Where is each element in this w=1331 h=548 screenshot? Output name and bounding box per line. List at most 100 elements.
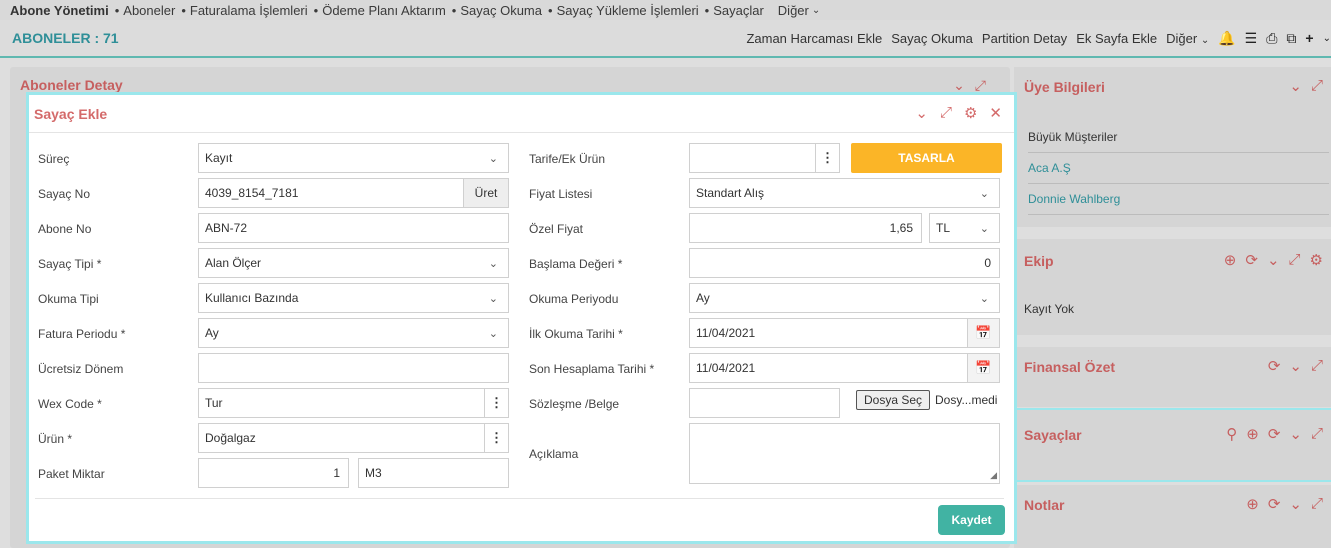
nav-brand[interactable]: Abone Yönetimi <box>10 3 109 18</box>
fiyat-listesi-label: Fiyat Listesi <box>529 187 593 201</box>
fatura-periodu-select[interactable]: Ay ⌄ <box>198 318 509 348</box>
chevron-down-icon[interactable]: ⌄ <box>915 104 928 122</box>
chevron-down-icon[interactable]: ⌄ <box>1323 33 1331 44</box>
refresh-icon[interactable]: ⟳ <box>1268 357 1281 375</box>
plus-icon[interactable]: + <box>1305 30 1313 46</box>
nav-item-sayaclar[interactable]: Sayaçlar <box>713 3 764 18</box>
close-icon[interactable]: ✕ <box>989 104 1002 122</box>
nav-item-faturalama[interactable]: Faturalama İşlemleri <box>190 3 308 18</box>
plus-circle-icon[interactable]: ⊕ <box>1224 251 1237 269</box>
abone-no-input[interactable]: ABN-72 <box>198 213 509 243</box>
page-header: ABONELER : 71 Zaman Harcaması Ekle Sayaç… <box>0 20 1331 58</box>
sayac-tipi-select[interactable]: Alan Ölçer ⌄ <box>198 248 509 278</box>
action-ek-sayfa[interactable]: Ek Sayfa Ekle <box>1076 31 1157 46</box>
plus-circle-icon[interactable]: ⊕ <box>1246 425 1259 443</box>
expand-icon[interactable]: ⤢ <box>1311 357 1323 375</box>
nav-item-sayac-okuma[interactable]: Sayaç Okuma <box>460 3 542 18</box>
card-title: Ekip <box>1024 253 1054 269</box>
expand-icon[interactable]: ⤢ <box>1311 495 1323 513</box>
kebab-icon[interactable]: ⋮ <box>484 424 508 452</box>
nav-more[interactable]: Diğer <box>778 3 809 18</box>
header-actions: Zaman Harcaması Ekle Sayaç Okuma Partiti… <box>746 30 1331 47</box>
action-sayac-okuma[interactable]: Sayaç Okuma <box>891 31 973 46</box>
uret-button[interactable]: Üret <box>463 179 508 207</box>
ilk-okuma-label: İlk Okuma Tarihi * <box>529 327 623 341</box>
baslama-degeri-label: Başlama Değeri * <box>529 257 623 271</box>
chevron-down-icon[interactable]: ⌄ <box>1289 357 1302 375</box>
nav-item-sayac-yukleme[interactable]: Sayaç Yükleme İşlemleri <box>557 3 699 18</box>
action-zaman-harcamasi[interactable]: Zaman Harcaması Ekle <box>746 31 882 46</box>
list-icon[interactable]: ☰ <box>1245 30 1258 47</box>
okuma-tipi-select[interactable]: Kullanıcı Bazında ⌄ <box>198 283 509 313</box>
chevron-down-icon: ⌄ <box>811 4 821 16</box>
refresh-icon[interactable]: ⟳ <box>1268 425 1281 443</box>
plus-circle-icon[interactable]: ⊕ <box>1246 495 1259 513</box>
sozlesme-input[interactable] <box>689 388 840 418</box>
bell-icon[interactable]: 🔔 <box>1218 30 1235 47</box>
top-nav: Abone Yönetimi • Aboneler • Faturalama İşl… <box>0 0 1331 20</box>
baslama-degeri-input[interactable]: 0 <box>689 248 1000 278</box>
sayac-tipi-label: Sayaç Tipi * <box>38 257 102 271</box>
tasarla-button[interactable]: TASARLA <box>851 143 1002 173</box>
kebab-icon[interactable]: ⋮ <box>815 144 839 172</box>
son-hesaplama-label: Son Hesaplama Tarihi * <box>529 362 655 376</box>
nav-item-odeme-plani[interactable]: Ödeme Planı Aktarım <box>322 3 446 18</box>
sayac-ekle-modal: Sayaç Ekle ⌄ ⤢ ⚙ ✕ Süreç Kayıt ⌄ Sayaç No… <box>26 92 1017 544</box>
dosya-sec-button[interactable]: Dosya Seç <box>856 390 930 410</box>
sayac-no-input[interactable]: 4039_8154_7181 Üret <box>198 178 509 208</box>
print-icon[interactable]: ⎙ <box>1266 30 1277 47</box>
okuma-periyodu-label: Okuma Periyodu <box>529 292 619 306</box>
chevron-down-icon: ⌄ <box>979 293 989 305</box>
gear-icon[interactable]: ⚙ <box>964 104 977 122</box>
list-item[interactable]: Donnie Wahlberg <box>1028 192 1120 206</box>
chevron-down-icon[interactable]: ⌄ <box>1289 77 1302 95</box>
urun-label: Ürün * <box>38 432 73 446</box>
paket-unit-input[interactable]: M3 <box>358 458 509 488</box>
expand-icon[interactable]: ⤢ <box>1311 425 1323 443</box>
ucretsiz-donem-input[interactable] <box>198 353 509 383</box>
chevron-down-icon: ⌄ <box>979 188 989 200</box>
copy-icon[interactable]: ⧉ <box>1286 30 1296 47</box>
surec-select[interactable]: Kayıt ⌄ <box>198 143 509 173</box>
refresh-icon[interactable]: ⟳ <box>1268 495 1281 513</box>
nav-item-aboneler[interactable]: Aboneler <box>123 3 175 18</box>
expand-icon[interactable]: ⤢ <box>975 77 996 93</box>
action-partition-detay[interactable]: Partition Detay <box>982 31 1067 46</box>
ozel-fiyat-input[interactable]: 1,65 <box>689 213 922 243</box>
action-more[interactable]: Diğer ⌄ <box>1166 31 1209 46</box>
chevron-down-icon[interactable]: ⌄ <box>1267 251 1280 269</box>
chevron-down-icon[interactable]: ⌄ <box>1289 425 1302 443</box>
chevron-down-icon: ⌄ <box>488 258 498 270</box>
chevron-down-icon[interactable]: ⌄ <box>1289 495 1302 513</box>
paket-miktar-input[interactable]: 1 <box>198 458 349 488</box>
calendar-icon[interactable]: 📅 <box>967 319 999 347</box>
ucretsiz-donem-label: Ücretsiz Dönem <box>38 362 124 376</box>
refresh-icon[interactable]: ⟳ <box>1245 251 1258 269</box>
empty-state: Kayıt Yok <box>1024 302 1075 316</box>
card-title: Üye Bilgileri <box>1024 79 1105 95</box>
list-item[interactable]: Aca A.Ş <box>1028 161 1071 175</box>
search-icon[interactable]: ⚲ <box>1226 425 1237 443</box>
tarife-input[interactable]: ⋮ <box>689 143 840 173</box>
urun-input[interactable]: Doğalgaz ⋮ <box>198 423 509 453</box>
currency-select[interactable]: TL ⌄ <box>929 213 1000 243</box>
expand-icon[interactable]: ⤢ <box>1311 77 1323 95</box>
okuma-periyodu-select[interactable]: Ay ⌄ <box>689 283 1000 313</box>
chevron-down-icon: ⌄ <box>979 223 989 235</box>
notlar-card: Notlar ⊕ ⟳ ⌄ ⤢ <box>1014 485 1331 548</box>
ilk-okuma-date[interactable]: 11/04/2021 📅 <box>689 318 1000 348</box>
modal-header: Sayaç Ekle ⌄ ⤢ ⚙ ✕ <box>29 95 1014 133</box>
wex-code-input[interactable]: Tur ⋮ <box>198 388 509 418</box>
expand-icon[interactable]: ⤢ <box>1289 251 1301 269</box>
son-hesaplama-date[interactable]: 11/04/2021 📅 <box>689 353 1000 383</box>
resize-handle-icon[interactable]: ◢ <box>990 470 997 481</box>
page-title: ABONELER : 71 <box>12 30 119 46</box>
fiyat-listesi-select[interactable]: Standart Alış ⌄ <box>689 178 1000 208</box>
kaydet-button[interactable]: Kaydet <box>938 505 1005 535</box>
kebab-icon[interactable]: ⋮ <box>484 389 508 417</box>
aciklama-textarea[interactable]: ◢ <box>689 423 1000 484</box>
chevron-down-icon[interactable]: ⌄ <box>953 77 975 93</box>
gear-icon[interactable]: ⚙ <box>1310 251 1323 269</box>
expand-icon[interactable]: ⤢ <box>940 104 952 122</box>
calendar-icon[interactable]: 📅 <box>967 354 999 382</box>
